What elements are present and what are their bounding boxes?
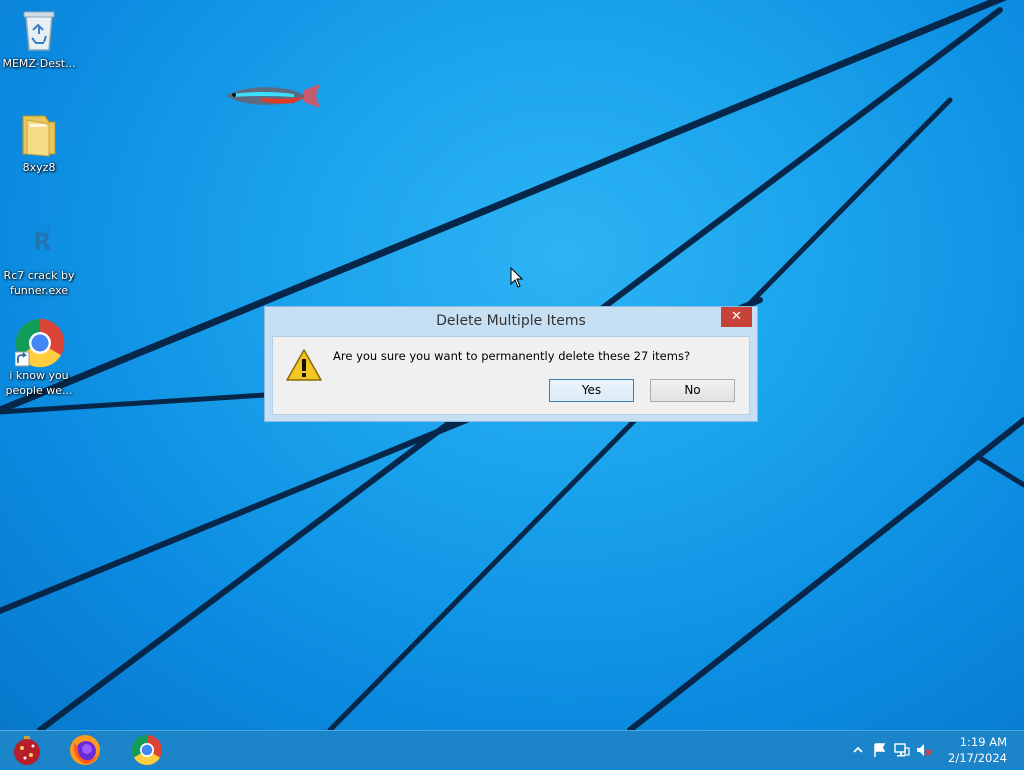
desktop-icon-label-line-1: Rc7 crack by [3, 269, 75, 282]
yes-button[interactable]: Yes [549, 379, 634, 402]
desktop-icon-label-line-1: i know you [9, 369, 69, 382]
dialog-message: Are you sure you want to permanently del… [333, 349, 691, 363]
show-hidden-icons-chevron[interactable] [850, 742, 866, 758]
warning-icon [286, 349, 322, 381]
exe-shortcut-icon: R 7 [15, 218, 63, 266]
action-center-flag-icon[interactable] [872, 742, 888, 758]
mouse-cursor-icon [510, 267, 524, 288]
volume-muted-icon[interactable] [916, 742, 932, 758]
dialog-title: Delete Multiple Items [436, 313, 586, 329]
system-tray: 1:19 AM 2/17/2024 [824, 731, 1024, 769]
close-button[interactable]: ✕ [721, 307, 752, 327]
desktop-icon-recycle-bin[interactable]: MEMZ-Dest... [0, 6, 78, 71]
desktop-icon-label: MEMZ-Dest... [2, 57, 76, 70]
desktop[interactable]: MEMZ-Dest... 8xyz8 R 7 Rc7 crack by funn… [0, 0, 1024, 730]
desktop-icon-folder[interactable]: 8xyz8 [0, 110, 78, 175]
desktop-icon-label-line-2: funner.exe [9, 284, 69, 297]
chrome-icon[interactable] [130, 733, 164, 767]
delete-confirm-dialog: Delete Multiple Items ✕ Are you sure you… [264, 306, 758, 422]
desktop-icon-chrome-shortcut[interactable]: i know you people we... [0, 318, 78, 398]
desktop-icon-rc7-crack[interactable]: R 7 Rc7 crack by funner.exe [0, 218, 78, 298]
svg-text:7: 7 [45, 226, 51, 237]
clock-date[interactable]: 2/17/2024 [937, 751, 1007, 765]
desktop-icon-label: 8xyz8 [22, 161, 56, 174]
recycle-bin-icon [15, 6, 63, 54]
clock-time[interactable]: 1:19 AM [937, 735, 1007, 749]
desktop-icon-label-line-2: people we... [5, 384, 73, 397]
taskbar: 1:19 AM 2/17/2024 [0, 730, 1024, 769]
folder-icon [15, 110, 63, 158]
no-button[interactable]: No [650, 379, 735, 402]
network-icon[interactable] [894, 742, 910, 758]
ornament-app-icon[interactable] [10, 733, 44, 767]
chrome-shortcut-icon [14, 318, 65, 368]
fish-sprite [226, 84, 320, 108]
dialog-body: Are you sure you want to permanently del… [272, 336, 750, 415]
firefox-icon[interactable] [68, 733, 102, 767]
